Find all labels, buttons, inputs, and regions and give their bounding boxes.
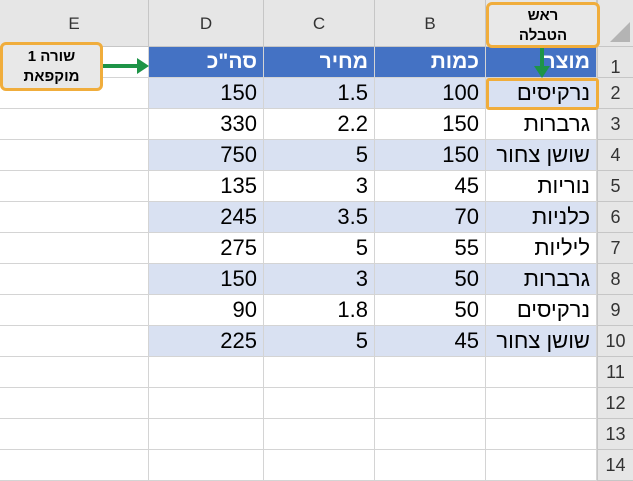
- cell-price[interactable]: 3.5: [264, 202, 375, 233]
- row-header[interactable]: 7: [597, 233, 633, 264]
- row-header[interactable]: 9: [597, 295, 633, 326]
- cell-total[interactable]: 135: [149, 171, 264, 202]
- callout-table-head-line2: הטבלה: [518, 27, 568, 44]
- arrow-table-head-shaft: [540, 48, 544, 68]
- cell-e[interactable]: [0, 109, 149, 140]
- cell-price[interactable]: 3: [264, 171, 375, 202]
- cell-product[interactable]: שושן צחור: [486, 326, 597, 357]
- cell-product[interactable]: כלניות: [486, 202, 597, 233]
- cell-empty[interactable]: [149, 388, 264, 419]
- cell-empty[interactable]: [0, 357, 149, 388]
- cell-total[interactable]: 225: [149, 326, 264, 357]
- row-header[interactable]: 8: [597, 264, 633, 295]
- callout-frozen-row: שורה 1 מוקפאת: [0, 42, 103, 91]
- cell-empty[interactable]: [486, 450, 597, 481]
- cell-quantity[interactable]: 45: [375, 171, 486, 202]
- cell-price[interactable]: 2.2: [264, 109, 375, 140]
- cell-total[interactable]: 90: [149, 295, 264, 326]
- cell-price[interactable]: 5: [264, 326, 375, 357]
- cell-product[interactable]: שושן צחור: [486, 140, 597, 171]
- callout-table-head: ראש הטבלה: [486, 2, 600, 48]
- cell-total[interactable]: 150: [149, 264, 264, 295]
- cell-quantity[interactable]: 45: [375, 326, 486, 357]
- cell-empty[interactable]: [486, 419, 597, 450]
- cell-quantity[interactable]: 150: [375, 140, 486, 171]
- row-header[interactable]: 4: [597, 140, 633, 171]
- cell-empty[interactable]: [264, 357, 375, 388]
- cell-price[interactable]: 5: [264, 233, 375, 264]
- cell-price[interactable]: 1.8: [264, 295, 375, 326]
- cell-empty[interactable]: [0, 388, 149, 419]
- cell-empty[interactable]: [149, 357, 264, 388]
- row-header[interactable]: 6: [597, 202, 633, 233]
- cell-product[interactable]: נרקיסים: [486, 295, 597, 326]
- row-header[interactable]: 12: [597, 388, 633, 419]
- cell-e[interactable]: [0, 295, 149, 326]
- cell-quantity[interactable]: 50: [375, 295, 486, 326]
- cell-quantity[interactable]: 100: [375, 78, 486, 109]
- arrow-down-icon: [534, 66, 550, 78]
- header-price[interactable]: מחיר: [264, 47, 375, 78]
- row-header[interactable]: 14: [597, 450, 633, 481]
- cell-e[interactable]: [0, 264, 149, 295]
- cell-product[interactable]: נוריות: [486, 171, 597, 202]
- cell-empty[interactable]: [486, 388, 597, 419]
- column-header-b[interactable]: B: [375, 0, 486, 47]
- cell-empty[interactable]: [375, 357, 486, 388]
- cell-product[interactable]: ליליות: [486, 233, 597, 264]
- highlight-a2: [486, 78, 599, 110]
- cell-e[interactable]: [0, 326, 149, 357]
- row-header[interactable]: 1: [597, 47, 633, 78]
- cell-empty[interactable]: [375, 450, 486, 481]
- cell-empty[interactable]: [375, 388, 486, 419]
- cell-quantity[interactable]: 50: [375, 264, 486, 295]
- column-header-d[interactable]: D: [149, 0, 264, 47]
- callout-frozen-row-line2: מוקפאת: [23, 68, 80, 85]
- cell-empty[interactable]: [264, 419, 375, 450]
- column-header-c[interactable]: C: [264, 0, 375, 47]
- header-total[interactable]: סה"כ: [149, 47, 264, 78]
- cell-e[interactable]: [0, 171, 149, 202]
- cell-quantity[interactable]: 70: [375, 202, 486, 233]
- row-header[interactable]: 5: [597, 171, 633, 202]
- cell-empty[interactable]: [149, 419, 264, 450]
- callout-table-head-line1: ראש: [527, 7, 559, 24]
- cell-empty[interactable]: [375, 419, 486, 450]
- header-quantity[interactable]: כמות: [375, 47, 486, 78]
- cell-e[interactable]: [0, 202, 149, 233]
- row-header[interactable]: 3: [597, 109, 633, 140]
- row-header[interactable]: 13: [597, 419, 633, 450]
- cell-price[interactable]: 5: [264, 140, 375, 171]
- cell-total[interactable]: 330: [149, 109, 264, 140]
- select-all-triangle-icon: [610, 22, 630, 42]
- cell-empty[interactable]: [0, 419, 149, 450]
- cell-quantity[interactable]: 55: [375, 233, 486, 264]
- cell-empty[interactable]: [264, 450, 375, 481]
- cell-product[interactable]: גרברות: [486, 264, 597, 295]
- select-all-corner[interactable]: [597, 0, 633, 47]
- cell-product[interactable]: גרברות: [486, 109, 597, 140]
- spreadsheet: E D C B A 1 2 3 4 5 6 7 8 9 10 11 12 13 …: [0, 0, 633, 481]
- arrow-frozen-row-shaft: [103, 64, 139, 68]
- cell-total[interactable]: 275: [149, 233, 264, 264]
- row-header[interactable]: 10: [597, 326, 633, 357]
- cell-price[interactable]: 1.5: [264, 78, 375, 109]
- cell-empty[interactable]: [149, 450, 264, 481]
- cell-empty[interactable]: [486, 357, 597, 388]
- cell-total[interactable]: 750: [149, 140, 264, 171]
- cell-price[interactable]: 3: [264, 264, 375, 295]
- row-header[interactable]: 2: [597, 78, 633, 109]
- cell-quantity[interactable]: 150: [375, 109, 486, 140]
- row-header[interactable]: 11: [597, 357, 633, 388]
- cell-total[interactable]: 245: [149, 202, 264, 233]
- cell-e[interactable]: [0, 140, 149, 171]
- cell-empty[interactable]: [264, 388, 375, 419]
- callout-frozen-row-line1: שורה 1: [27, 48, 76, 65]
- cell-total[interactable]: 150: [149, 78, 264, 109]
- cell-e[interactable]: [0, 233, 149, 264]
- arrow-right-icon: [137, 58, 149, 74]
- column-header-e[interactable]: E: [0, 0, 149, 47]
- cell-empty[interactable]: [0, 450, 149, 481]
